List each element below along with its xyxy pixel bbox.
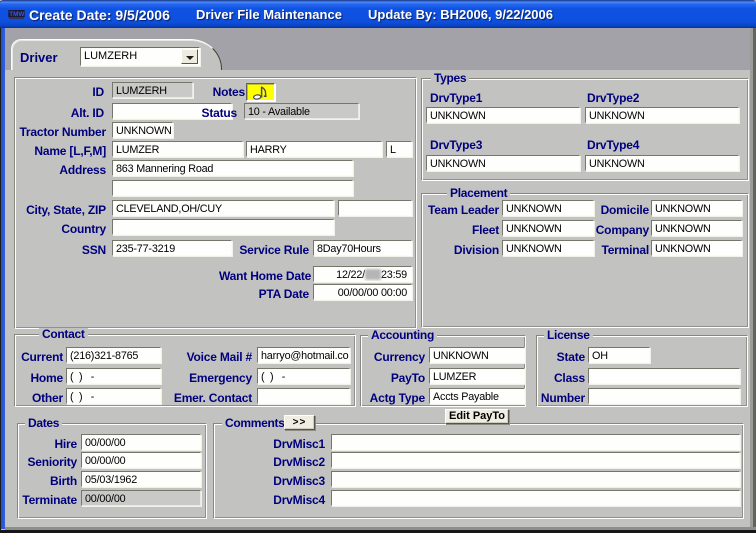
svg-text:TMW: TMW (9, 11, 24, 18)
